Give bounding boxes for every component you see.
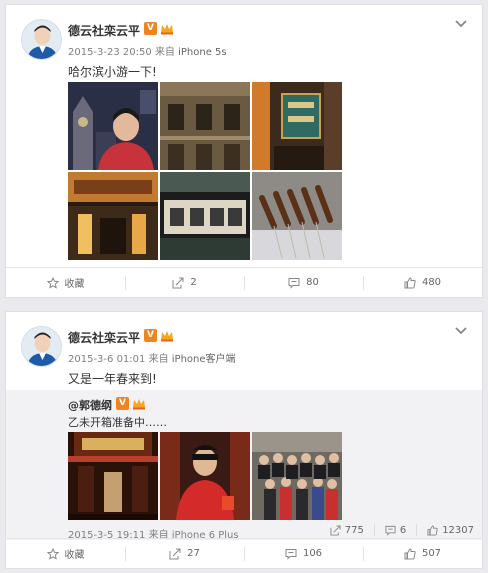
photo-thumbnail[interactable] [252, 82, 342, 170]
post-text: 又是一年春来到! [68, 372, 157, 386]
post-source: iPhone客户端 [171, 354, 236, 365]
avatar[interactable] [21, 19, 62, 60]
favorite-button[interactable]: 收藏 [6, 539, 125, 568]
repost-author-line: @郭德纲 [68, 397, 112, 413]
star-icon [46, 547, 59, 560]
repost-comment-count: 6 [399, 524, 407, 536]
photo-thumbnail[interactable] [160, 82, 250, 170]
repost-stats: 775 6 12307 [330, 524, 474, 536]
thumbs-up-icon [427, 524, 438, 536]
comment-count: 80 [306, 277, 319, 288]
photo-thumbnail[interactable] [68, 172, 158, 260]
post-meta: 2015-3-6 01:01 来自 iPhone客户端 [68, 350, 236, 365]
vip-crown-icon[interactable] [132, 397, 146, 410]
author-badges: V [144, 22, 174, 35]
repost-icon [330, 524, 341, 536]
repost-repost-count: 775 [344, 524, 364, 536]
photo-thumbnail[interactable] [68, 82, 158, 170]
chevron-down-icon[interactable] [454, 19, 468, 29]
comment-icon [285, 548, 297, 560]
repost-photo-grid [68, 432, 342, 520]
divider [416, 524, 418, 536]
comment-button[interactable]: 80 [244, 268, 363, 297]
star-icon [46, 276, 59, 289]
favorite-button[interactable]: 收藏 [6, 268, 125, 297]
repost-text: 乙未开箱准备中…… [68, 416, 167, 429]
repost-icon [172, 277, 184, 288]
post-text: 哈尔滨小游一下! [68, 65, 157, 79]
photo-thumbnail[interactable] [252, 432, 342, 520]
repost-count: 27 [187, 548, 200, 559]
like-count: 480 [421, 277, 442, 288]
like-count: 507 [421, 548, 442, 559]
like-button[interactable]: 480 [363, 268, 482, 297]
comment-count: 106 [302, 548, 323, 559]
repost-author-badges: V [116, 397, 146, 410]
comment-button[interactable]: 106 [244, 539, 363, 568]
post-time[interactable]: 2015-3-6 01:01 [68, 354, 145, 365]
divider [373, 524, 375, 536]
action-bar: 收藏 2 80 480 [6, 267, 482, 297]
repost-repost-button[interactable]: 775 [330, 525, 364, 536]
author-name[interactable]: 德云社栾云平 [68, 22, 140, 39]
repost-comment-button[interactable]: 6 [385, 525, 406, 536]
photo-thumbnail[interactable] [68, 432, 158, 520]
repost-author[interactable]: @郭德纲 [68, 399, 112, 412]
favorite-label: 收藏 [64, 279, 85, 290]
comment-icon [288, 277, 300, 289]
like-button[interactable]: 507 [363, 539, 482, 568]
post-source: iPhone 5s [178, 47, 227, 58]
reposted-content: @郭德纲 V 乙未开箱准备中…… 2015-3-5 19:11 来自 iPhon… [6, 390, 482, 541]
verified-icon[interactable]: V [144, 329, 157, 342]
source-prefix: 来自 [148, 354, 169, 365]
repost-count: 2 [190, 277, 197, 288]
repost-button[interactable]: 2 [125, 268, 244, 297]
thumbs-up-icon [404, 276, 416, 288]
photo-thumbnail[interactable] [160, 432, 250, 520]
thumbs-up-icon [404, 547, 416, 559]
favorite-label: 收藏 [64, 550, 85, 561]
photo-thumbnail[interactable] [160, 172, 250, 260]
repost-button[interactable]: 27 [125, 539, 244, 568]
photo-thumbnail[interactable] [252, 172, 342, 260]
repost-like-button[interactable]: 12307 [427, 525, 474, 536]
action-bar: 收藏 27 106 507 [6, 538, 482, 568]
post-meta: 2015-3-23 20:50 来自 iPhone 5s [68, 43, 227, 58]
verified-icon[interactable]: V [116, 397, 129, 410]
source-prefix: 来自 [154, 47, 175, 58]
weibo-post-card: 德云社栾云平 V 2015-3-6 01:01 来自 iPhone客户端 又是一… [5, 311, 483, 569]
author-name[interactable]: 德云社栾云平 [68, 329, 140, 346]
repost-like-count: 12307 [442, 524, 474, 536]
vip-crown-icon[interactable] [160, 22, 174, 35]
repost-icon [169, 548, 181, 559]
weibo-post-card: 德云社栾云平 V 2015-3-23 20:50 来自 iPhone 5s 哈尔… [5, 4, 483, 298]
avatar[interactable] [21, 326, 62, 367]
author-badges: V [144, 329, 174, 342]
chevron-down-icon[interactable] [454, 326, 468, 336]
verified-icon[interactable]: V [144, 22, 157, 35]
post-time[interactable]: 2015-3-23 20:50 [68, 47, 152, 58]
comment-icon [385, 525, 396, 536]
photo-grid [68, 82, 342, 260]
vip-crown-icon[interactable] [160, 329, 174, 342]
